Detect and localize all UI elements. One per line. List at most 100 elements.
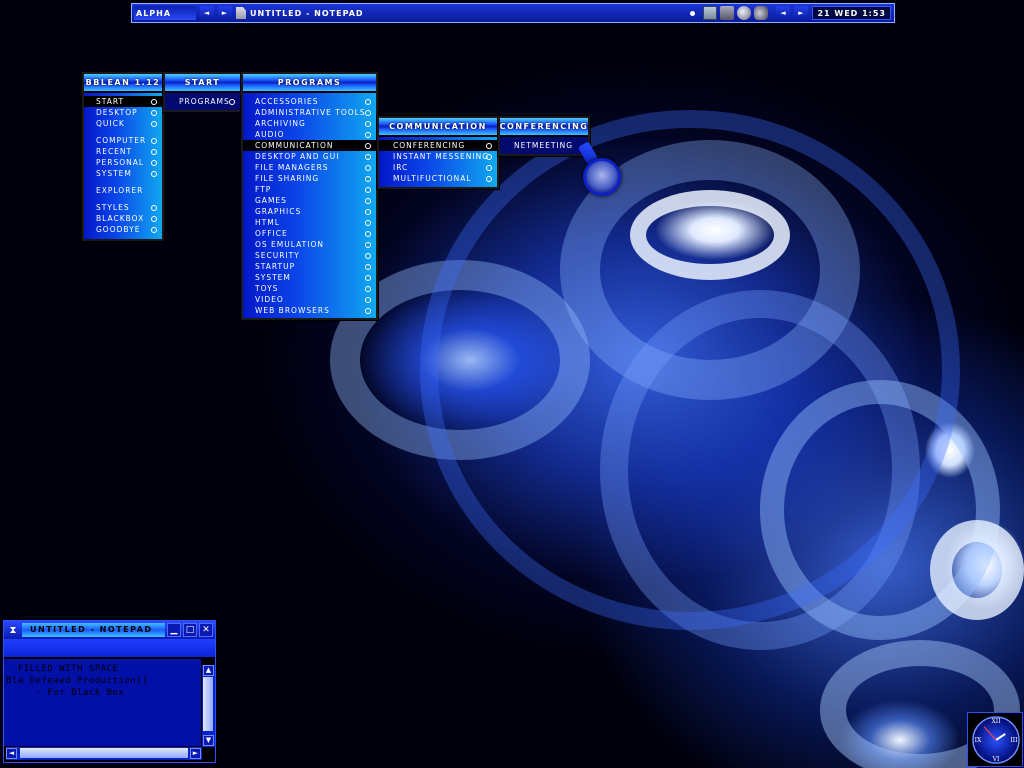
prev-task-button[interactable]: ◄: [776, 6, 791, 20]
menu-item-desktop[interactable]: DESKTOP: [84, 107, 162, 118]
menu-item-netmeeting[interactable]: NETMEETING: [500, 140, 588, 151]
document-icon: [236, 7, 246, 19]
notepad-titlebar[interactable]: ⧗ UNTITLED - NOTEPAD ▁ □ ✕: [4, 621, 215, 639]
scroll-left-button[interactable]: ◄: [6, 748, 17, 759]
menu-item-instant-messening[interactable]: INSTANT MESSENING: [379, 151, 497, 162]
magnifier-cursor-icon: [583, 158, 621, 196]
submenu-icon: [151, 171, 157, 177]
menu-title-bblean[interactable]: BBLEAN 1.12: [84, 74, 162, 93]
submenu-icon: [151, 138, 157, 144]
menu-title-communication[interactable]: COMMUNICATION: [379, 118, 497, 137]
menu-item-web-browsers[interactable]: WEB BROWSERS: [243, 305, 376, 316]
menu-item-explorer[interactable]: EXPLORER: [84, 185, 162, 196]
menu-item-startup[interactable]: STARTUP: [243, 261, 376, 272]
menu-programs: PROGRAMS ACCESSORIES ADMINISTRATIVE TOOL…: [241, 72, 378, 320]
menu-item-office[interactable]: OFFICE: [243, 228, 376, 239]
menu-title-conferencing[interactable]: CONFERENCING: [500, 118, 588, 137]
submenu-icon: [365, 275, 371, 281]
menu-item-ftp[interactable]: FTP: [243, 184, 376, 195]
submenu-icon: [365, 308, 371, 314]
menu-item-programs[interactable]: PROGRAMS: [165, 96, 240, 107]
menu-title-programs[interactable]: PROGRAMS: [243, 74, 376, 93]
monitor-icon[interactable]: [703, 6, 718, 20]
menu-item-recent[interactable]: RECENT: [84, 146, 162, 157]
menu-item-file-managers[interactable]: FILE MANAGERS: [243, 162, 376, 173]
menu-item-system-programs[interactable]: SYSTEM: [243, 272, 376, 283]
menu-item-graphics[interactable]: GRAPHICS: [243, 206, 376, 217]
notepad-menubar[interactable]: [4, 639, 215, 657]
menu-item-archiving[interactable]: ARCHIVING: [243, 118, 376, 129]
menu-item-irc[interactable]: IRC: [379, 162, 497, 173]
menu-item-toys[interactable]: TOYS: [243, 283, 376, 294]
menu-item-html[interactable]: HTML: [243, 217, 376, 228]
taskbar-item-notepad[interactable]: UNTITLED - NOTEPAD: [236, 6, 364, 20]
submenu-icon: [365, 231, 371, 237]
submenu-icon: [365, 198, 371, 204]
submenu-icon: [365, 264, 371, 270]
next-workspace-button[interactable]: ►: [218, 6, 232, 20]
clock-numeral: VI: [992, 756, 1000, 763]
submenu-icon: [365, 154, 371, 160]
menu-item-accessories[interactable]: ACCESSORIES: [243, 96, 376, 107]
submenu-icon: [365, 286, 371, 292]
menu-bblean: BBLEAN 1.12 START DESKTOP QUICK COMPUTER…: [82, 72, 164, 241]
analog-clock[interactable]: XII III VI IX: [967, 712, 1023, 767]
globe-icon[interactable]: [737, 6, 752, 20]
menu-item-computer[interactable]: COMPUTER: [84, 135, 162, 146]
vertical-scrollbar[interactable]: ▲ ▼: [202, 665, 215, 747]
submenu-icon: [365, 242, 371, 248]
close-button[interactable]: ✕: [199, 623, 213, 637]
submenu-icon: [365, 253, 371, 259]
submenu-icon: [365, 165, 371, 171]
menu-item-blackbox[interactable]: BLACKBOX: [84, 213, 162, 224]
maximize-button[interactable]: □: [183, 623, 197, 637]
menu-item-personal[interactable]: PERSONAL: [84, 157, 162, 168]
menu-item-administrative-tools[interactable]: ADMINISTRATIVE TOOLS: [243, 107, 376, 118]
scroll-down-button[interactable]: ▼: [203, 735, 214, 746]
scroll-thumb[interactable]: [20, 748, 188, 758]
menu-item-start[interactable]: START: [84, 96, 162, 107]
menu-item-games[interactable]: GAMES: [243, 195, 376, 206]
submenu-icon: [486, 154, 492, 160]
toolbar-clock[interactable]: 21 WED 1:53: [812, 6, 891, 20]
submenu-icon: [365, 132, 371, 138]
menu-start: START PROGRAMS: [163, 72, 242, 112]
menu-item-os-emulation[interactable]: OS EMULATION: [243, 239, 376, 250]
scroll-right-button[interactable]: ►: [190, 748, 201, 759]
menu-item-styles[interactable]: STYLES: [84, 202, 162, 213]
menu-item-audio[interactable]: AUDIO: [243, 129, 376, 140]
workspace-label[interactable]: ALPHA: [134, 6, 196, 20]
system-tray: [690, 5, 769, 21]
menu-item-quick[interactable]: QUICK: [84, 118, 162, 129]
scroll-up-button[interactable]: ▲: [203, 665, 214, 676]
prev-workspace-button[interactable]: ◄: [200, 6, 214, 20]
menu-item-desktop-and-gui[interactable]: DESKTOP AND GUI: [243, 151, 376, 162]
menu-item-security[interactable]: SECURITY: [243, 250, 376, 261]
menu-conferencing: CONFERENCING NETMEETING: [498, 116, 590, 156]
minimize-button[interactable]: ▁: [167, 623, 181, 637]
next-task-button[interactable]: ►: [794, 6, 809, 20]
submenu-icon: [486, 165, 492, 171]
menu-title-start[interactable]: START: [165, 74, 240, 93]
menu-item-multifuctional[interactable]: MULTIFUCTIONAL: [379, 173, 497, 184]
submenu-icon: [151, 205, 157, 211]
menu-item-system[interactable]: SYSTEM: [84, 168, 162, 179]
menu-item-file-sharing[interactable]: FILE SHARING: [243, 173, 376, 184]
horizontal-scrollbar[interactable]: ◄ ►: [6, 747, 202, 760]
menu-item-communication[interactable]: COMMUNICATION: [243, 140, 376, 151]
menu-item-conferencing[interactable]: CONFERENCING: [379, 140, 497, 151]
notepad-window: ⧗ UNTITLED - NOTEPAD ▁ □ ✕ FILLED WITH S…: [3, 620, 216, 763]
clock-numeral: IX: [975, 737, 982, 744]
submenu-icon: [151, 216, 157, 222]
scroll-thumb[interactable]: [203, 677, 213, 731]
menu-item-video[interactable]: VIDEO: [243, 294, 376, 305]
notepad-text-area[interactable]: FILLED WITH SPACE Bla Defeaed Production…: [4, 659, 201, 746]
submenu-icon: [151, 121, 157, 127]
task-title: UNTITLED - NOTEPAD: [250, 8, 364, 18]
submenu-icon: [365, 121, 371, 127]
menu-item-goodbye[interactable]: GOODBYE: [84, 224, 162, 235]
network-icon[interactable]: [720, 6, 735, 20]
submenu-icon: [365, 220, 371, 226]
speaker-icon[interactable]: [754, 6, 769, 20]
hourglass-icon[interactable]: ⧗: [6, 623, 20, 637]
